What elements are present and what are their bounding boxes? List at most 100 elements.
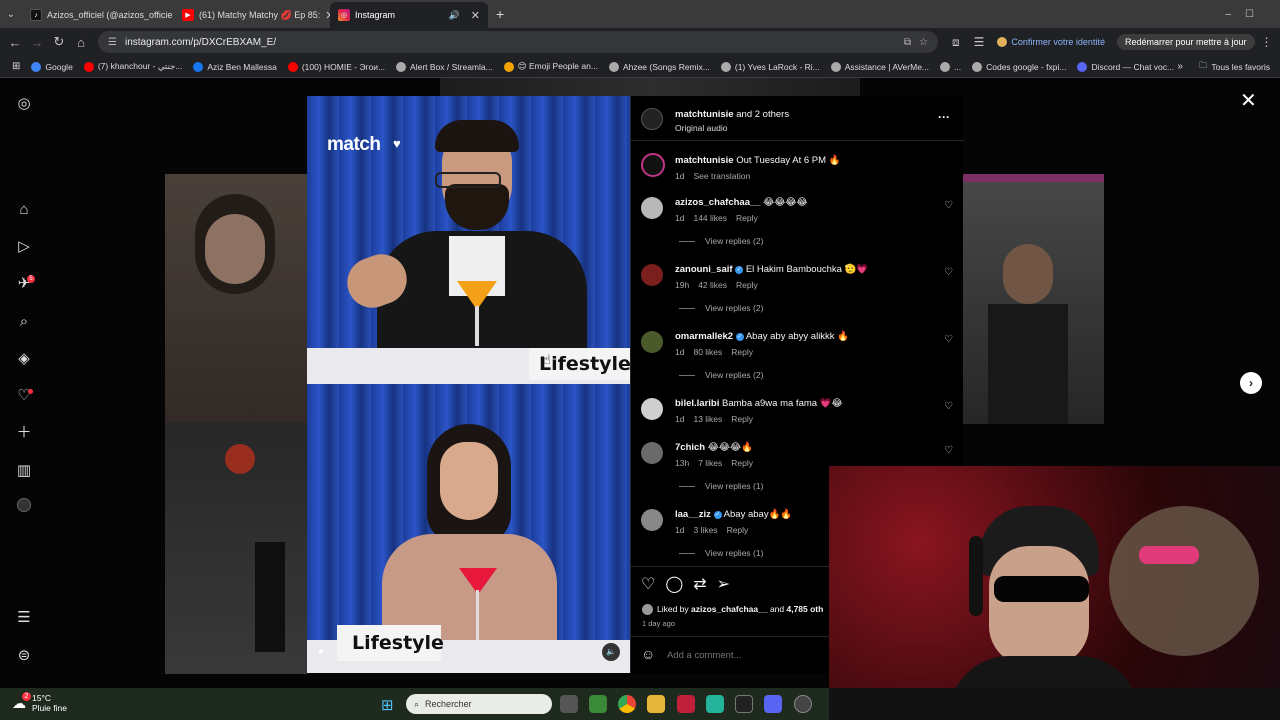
tab-list-chevron-icon[interactable]: ⌄ [0,9,22,20]
new-tab-button[interactable]: + [496,6,504,22]
reply-button[interactable]: Reply [731,458,753,468]
bookmark-item[interactable]: (1) Yves LaRock - Ri... [720,61,820,72]
view-replies[interactable]: View replies (1) [679,548,763,558]
taskbar-search[interactable]: ⌕ Rechercher [406,694,552,714]
bookmark-item[interactable]: Ahzee (Songs Remix... [608,61,710,72]
meta-apps-icon[interactable]: ⊜ [14,646,34,666]
comment-like-heart-icon[interactable]: ♡ [944,200,953,211]
bookmark-item[interactable]: Google [31,61,73,72]
bookmark-item[interactable]: ... [940,61,961,72]
site-info-icon[interactable]: ☰ [108,37,117,48]
comment-username[interactable]: omarmallek2 [675,331,733,342]
post-video[interactable]: match ♥ Lifestyle ☝ Lifestyle ● 🔈 [307,96,630,673]
task-view-icon[interactable] [560,695,578,713]
url-text[interactable]: instagram.com/p/DXCrEBXAM_E/ [125,37,896,48]
reply-button[interactable]: Reply [736,213,758,223]
repost-icon[interactable]: ⇄ [693,574,706,594]
comment-avatar[interactable] [641,442,663,464]
view-replies[interactable]: View replies (2) [679,303,763,313]
comment-like-heart-icon[interactable]: ♡ [944,445,953,456]
comment-icon[interactable]: ◯ [665,574,683,594]
menu-dots-icon[interactable]: ⋮ [1261,35,1273,49]
tab-tiktok[interactable]: ♪ Azizos_officiel (@azizos_officie ✕ [22,2,174,28]
bookmark-item[interactable]: 😊 Emoji People an... [503,61,598,72]
restart-update-button[interactable]: Redémarrer pour mettre à jour [1116,34,1255,50]
add-comment-input[interactable] [667,646,847,664]
install-icon[interactable]: ⧉ [904,37,911,48]
reels-icon[interactable]: ▷ [14,237,34,257]
comment-username[interactable]: azizos_chafchaa__ [675,197,761,208]
comment-likes[interactable]: 80 likes [693,347,722,357]
file-explorer-icon[interactable] [647,695,665,713]
audio-info-icon[interactable]: ● [318,646,324,657]
like-heart-icon[interactable]: ♡ [641,574,655,594]
close-icon[interactable]: ✕ [1240,88,1257,113]
mute-toggle-icon[interactable]: 🔈 [602,643,620,661]
reload-icon[interactable]: ↻ [48,34,70,50]
emoji-icon[interactable]: ☺ [641,646,655,662]
reply-button[interactable]: Reply [736,280,758,290]
bookmark-item[interactable]: Discord — Chat voc... [1077,61,1174,72]
apps-grid-icon[interactable]: ⊞ [12,61,20,72]
comment-avatar[interactable] [641,264,663,286]
bookmark-item[interactable]: Aziz Ben Mallessa [193,61,277,72]
comment-avatar[interactable] [641,509,663,531]
app-icon-teal[interactable] [706,695,724,713]
view-replies[interactable]: View replies (1) [679,481,763,491]
more-menu-icon[interactable]: ☰ [14,608,34,628]
likes-count[interactable]: 4,785 oth [786,604,823,614]
view-replies[interactable]: View replies (2) [679,370,763,380]
share-icon[interactable]: ➢ [717,574,730,594]
profile-avatar-icon[interactable] [14,498,34,518]
extensions-icon[interactable]: ⧈ [952,35,960,50]
dashboard-icon[interactable]: ▥ [14,461,34,481]
liked-by[interactable]: Liked by azizos_chafchaa__ and 4,785 oth [657,604,823,614]
tab-close-icon[interactable]: ✕ [471,9,480,22]
bookmark-item[interactable]: Assistance | AVerMe... [830,61,929,72]
author-username[interactable]: matchtunisie [675,109,734,120]
comment-username[interactable]: bilel.laribi [675,398,719,409]
feed-thumbnail[interactable] [963,174,1104,424]
reply-button[interactable]: Reply [727,525,749,535]
view-replies[interactable]: View replies (2) [679,236,763,246]
app-icon-grey[interactable] [794,695,812,713]
comment-like-heart-icon[interactable]: ♡ [944,267,953,278]
comment-username[interactable]: 7chich [675,442,705,453]
reply-button[interactable]: Reply [731,347,753,357]
explore-icon[interactable]: ◈ [14,349,34,369]
see-translation-link[interactable]: See translation [693,171,750,181]
caption-username[interactable]: matchtunisie [675,155,734,166]
discord-icon[interactable] [764,695,782,713]
forward-icon[interactable]: → [26,35,48,50]
bookmark-item[interactable]: (7) khanchour - جنتي... [83,61,182,72]
feed-thumbnail[interactable] [165,422,307,674]
instagram-logo-icon[interactable]: ◎ [14,94,34,114]
tab-instagram[interactable]: ◎ Instagram 🔊 ✕ [330,2,488,28]
comment-likes[interactable]: 42 likes [698,280,727,290]
comment-avatar[interactable] [641,197,663,219]
all-bookmarks[interactable]: Tous les favoris [1211,62,1270,72]
back-icon[interactable]: ← [4,35,26,50]
caption-avatar[interactable] [641,153,665,177]
comment-avatar[interactable] [641,331,663,353]
app-icon-red[interactable] [677,695,695,713]
original-audio[interactable]: Original audio [675,123,727,133]
coauthors[interactable]: and 2 others [734,109,789,120]
bookmark-item[interactable]: Alert Box / Streamla... [396,61,493,72]
comment-likes[interactable]: 13 likes [693,414,722,424]
media-control-icon[interactable]: ☰ [974,35,985,49]
comment-likes[interactable]: 144 likes [693,213,727,223]
app-icon-dark[interactable] [735,695,753,713]
home-icon[interactable]: ⌂ [70,35,92,50]
identity-button[interactable]: Confirmer votre identité [997,37,1105,47]
create-icon[interactable]: ＋ [14,423,34,443]
comment-likes[interactable]: 7 likes [698,458,722,468]
comment-like-heart-icon[interactable]: ♡ [944,401,953,412]
speaker-icon[interactable]: 🔊 [449,10,460,21]
more-options-button[interactable]: ··· [938,110,950,124]
bookmark-item[interactable]: Codes google - fxpi... [972,61,1066,72]
author-avatar[interactable] [641,108,663,130]
comment-username[interactable]: zanouni_saif [675,264,733,275]
comment-avatar[interactable] [641,398,663,420]
chrome-icon[interactable] [618,695,636,713]
